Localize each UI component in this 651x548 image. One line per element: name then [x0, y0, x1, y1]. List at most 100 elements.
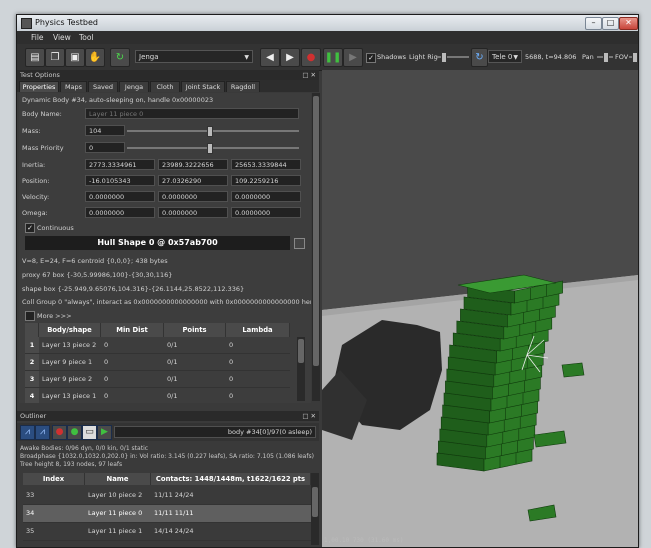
outliner-col-name[interactable]: Name — [85, 473, 151, 485]
viewport-canvas[interactable] — [322, 70, 638, 547]
position-x-field[interactable]: -16.0105343 — [85, 175, 155, 186]
velocity-x-field[interactable]: 0.0000000 — [85, 191, 155, 202]
contacts-scrollbar-thumb[interactable] — [298, 339, 304, 363]
inertia-z-field[interactable]: 25653.3339844 — [231, 159, 301, 170]
continuous-checkbox[interactable]: ✓ — [25, 223, 35, 233]
light-rig-slider[interactable] — [437, 52, 469, 63]
body-name-field[interactable]: Layer 11 piece 0 — [85, 108, 299, 119]
row-lambda: 0 — [229, 341, 234, 349]
outliner-scrollbar[interactable] — [311, 473, 319, 545]
copy-icon: ❐ — [50, 52, 60, 63]
omega-label: Omega: — [22, 209, 48, 217]
inertia-y-field[interactable]: 23989.3222656 — [158, 159, 228, 170]
table-row[interactable]: 3 Layer 9 piece 2 0 0/1 0 — [25, 371, 290, 388]
table-row[interactable]: 2 Layer 9 piece 1 0 0/1 0 — [25, 354, 290, 371]
scene-select[interactable]: Jenga ▼ — [135, 50, 253, 63]
hand-button[interactable]: ✋ — [85, 48, 105, 67]
menu-tool[interactable]: Tool — [79, 33, 94, 42]
outliner-scrollbar-thumb[interactable] — [312, 487, 318, 517]
light-rig-slider-handle[interactable] — [441, 52, 447, 63]
open-folder-button[interactable]: ▤ — [25, 48, 45, 67]
joint-tool-button[interactable]: ⩘ — [20, 425, 35, 440]
record-icon: ● — [306, 52, 316, 63]
velocity-y-field[interactable]: 0.0000000 — [158, 191, 228, 202]
dock-close-icon[interactable]: □ ✕ — [302, 70, 316, 80]
tab-jenga[interactable]: Jenga — [119, 81, 149, 92]
window-title: Physics Testbed — [35, 18, 98, 27]
mass-slider[interactable] — [127, 126, 299, 137]
tab-properties[interactable]: Properties — [19, 81, 59, 92]
tab-saved[interactable]: Saved — [88, 81, 118, 92]
table-row[interactable]: 4 Layer 13 piece 1 0 0/1 0 — [25, 388, 290, 403]
play-button[interactable]: ▶ — [343, 48, 363, 67]
tele-select[interactable]: Tele 0 ▼ — [488, 50, 522, 63]
play-filter-button[interactable]: ▶ — [97, 425, 112, 440]
contacts-col-lambda[interactable]: Lambda — [226, 323, 290, 337]
mass-priority-field[interactable]: 0 — [85, 142, 125, 153]
mass-slider-handle[interactable] — [206, 126, 213, 137]
contacts-col-body[interactable]: Body/shape — [39, 323, 101, 337]
arrow-left-icon: ◀ — [266, 52, 274, 63]
contacts-scrollbar[interactable] — [297, 337, 305, 401]
step-forward-button[interactable]: ▶ — [280, 48, 300, 67]
list-item-selected[interactable]: 34 Layer 11 piece 0 11/11 11/11 — [23, 505, 311, 523]
copy-button[interactable]: ❐ — [45, 48, 65, 67]
dock-close-icon[interactable]: □ ✕ — [302, 411, 316, 421]
contacts-col-min-dist[interactable]: Min Dist — [101, 323, 164, 337]
more-checkbox[interactable] — [25, 311, 35, 321]
list-item[interactable]: 33 Layer 10 piece 2 11/11 24/24 — [23, 487, 311, 505]
row-min-dist: 0 — [104, 358, 109, 366]
tab-cloth[interactable]: Cloth — [150, 81, 180, 92]
pan-slider-handle[interactable] — [603, 52, 609, 63]
list-item[interactable]: 35 Layer 11 piece 1 14/14 24/24 — [23, 523, 311, 541]
hull-collapse-button[interactable] — [294, 238, 305, 249]
refresh-camera-button[interactable]: ↻ — [471, 48, 488, 67]
table-row[interactable]: 1 Layer 13 piece 2 0 0/1 0 — [25, 337, 290, 354]
contacts-col-points[interactable]: Points — [164, 323, 226, 337]
green-filter-button[interactable]: ● — [67, 425, 82, 440]
pan-slider[interactable] — [597, 52, 613, 63]
maximize-button[interactable]: □ — [602, 17, 619, 30]
mass-priority-slider-handle[interactable] — [206, 143, 213, 154]
inertia-x-field[interactable]: 2773.3334961 — [85, 159, 155, 170]
page-filter-button[interactable]: ▭ — [82, 425, 97, 440]
omega-x-field[interactable]: 0.0000000 — [85, 207, 155, 218]
reload-icon: ↻ — [115, 52, 125, 63]
shadows-checkbox[interactable]: ✓ — [366, 53, 376, 63]
save-button[interactable]: ▣ — [65, 48, 85, 67]
chevron-down-icon: ▼ — [513, 54, 518, 61]
hull-line-3: shape box {-25.949,9.65076,104.316}-{26.… — [22, 285, 245, 293]
outliner-stat-3: Tree height 8, 193 nodes, 97 leafs — [20, 461, 123, 468]
position-z-field[interactable]: 109.2259216 — [231, 175, 301, 186]
menu-file[interactable]: File — [31, 33, 44, 42]
properties-scrollbar-thumb[interactable] — [313, 96, 319, 366]
outliner-col-index[interactable]: Index — [23, 473, 85, 485]
3d-viewport[interactable] — [322, 70, 638, 547]
tab-joint-stack[interactable]: Joint Stack — [181, 81, 225, 92]
minimize-button[interactable]: – — [585, 17, 602, 30]
mass-field[interactable]: 104 — [85, 125, 125, 136]
menu-view[interactable]: View — [53, 33, 71, 42]
hand-icon: ✋ — [88, 52, 102, 63]
position-y-field[interactable]: 27.0326290 — [158, 175, 228, 186]
record-button[interactable]: ● — [301, 48, 321, 67]
close-button[interactable]: ✕ — [619, 17, 638, 30]
mass-priority-slider[interactable] — [127, 143, 299, 154]
pause-button[interactable]: ❚❚ — [323, 48, 343, 67]
properties-scrollbar[interactable] — [312, 93, 320, 401]
fov-slider[interactable] — [629, 52, 638, 63]
fov-slider-handle[interactable] — [632, 52, 638, 63]
disk-icon: ▣ — [70, 52, 80, 63]
step-back-button[interactable]: ◀ — [260, 48, 280, 67]
outliner-col-contacts[interactable]: Contacts: 1448/1448m, t1622/1622 pts — [151, 473, 311, 485]
velocity-z-field[interactable]: 0.0000000 — [231, 191, 301, 202]
record-filter-button[interactable]: ● — [52, 425, 67, 440]
omega-z-field[interactable]: 0.0000000 — [231, 207, 301, 218]
reload-button[interactable]: ↻ — [110, 48, 130, 67]
joint-tool-2-button[interactable]: ⩘ — [35, 425, 50, 440]
tab-maps[interactable]: Maps — [60, 81, 87, 92]
omega-y-field[interactable]: 0.0000000 — [158, 207, 228, 218]
outliner-search-input[interactable]: body #34[0]/97(0 asleep) — [114, 426, 316, 438]
sim-status-text: 5688, t=94.806 — [525, 53, 577, 61]
tab-ragdoll[interactable]: Ragdoll — [226, 81, 260, 92]
